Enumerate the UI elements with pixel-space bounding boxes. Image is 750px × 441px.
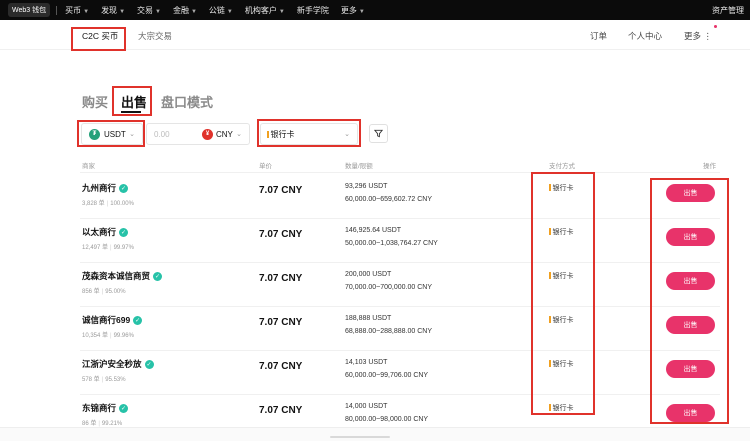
annotation-box-payment-column (531, 172, 595, 415)
nav-item-institutional[interactable]: 机构客户 ▼ (245, 5, 285, 16)
available-qty: 146,925.64 USDT (345, 227, 402, 234)
merchant-name[interactable]: 茂森资本诚信商贸 ✓ (82, 270, 163, 282)
merchant-stats: 12,497 单 | 99.97% (82, 245, 134, 251)
more-dots-icon: ⋮ (703, 31, 712, 41)
merchant-name[interactable]: 诚信商行699 ✓ (82, 314, 143, 326)
top-nav: Web3 钱包 买币 ▼ 发现 ▼ 交易 ▼ 金融 ▼ 公链 ▼ 机构客户 ▼ 新手学院 更… (0, 0, 750, 20)
order-limit: 50,000.00~1,038,764.27 CNY (345, 240, 438, 247)
web3-wallet-button[interactable]: Web3 钱包 (8, 3, 51, 17)
verified-badge-icon: ✓ (144, 359, 154, 369)
nav-item-more[interactable]: 更多 ▼ (341, 5, 365, 16)
amount-placeholder: 0.00 (154, 129, 170, 139)
table-row: 九州商行 ✓ 3,828 单 | 100.00% 7.07 CNY 93,296 US… (0, 175, 750, 219)
merchant-stats: 10,354 单 | 99.96% (82, 333, 134, 339)
notification-dot (714, 25, 717, 28)
nav-item-buy-crypto[interactable]: 买币 ▼ (65, 5, 89, 16)
annotation-box-sell (112, 86, 152, 116)
available-qty: 200,000 USDT (345, 271, 392, 278)
verified-badge-icon: ✓ (153, 271, 163, 281)
chevron-down-icon: ▼ (190, 8, 197, 15)
verified-badge-icon: ✓ (119, 227, 129, 237)
nav-item-chain[interactable]: 公链 ▼ (209, 5, 233, 16)
chevron-down-icon: ▼ (155, 8, 161, 15)
nav-item-discover[interactable]: 发现 ▼ (101, 5, 125, 16)
header-divider (80, 172, 720, 173)
chevron-down-icon: ⌄ (236, 131, 242, 138)
table-row: 江浙沪安全秒放 ✓ 578 单 | 95.53% 7.07 CNY 14,103 US… (0, 351, 750, 395)
unit-price: 7.07 CNY (259, 273, 303, 284)
merchant-name[interactable]: 东锦商行 ✓ (82, 402, 129, 414)
nav-item-finance[interactable]: 金融 ▼ (173, 5, 197, 16)
chevron-down-icon: ▼ (278, 8, 285, 15)
nav-item-trade[interactable]: 交易 ▼ (137, 5, 161, 16)
available-qty: 93,296 USDT (345, 183, 388, 190)
fiat-select[interactable]: CNY (216, 130, 233, 139)
merchant-name[interactable]: 九州商行 ✓ (82, 182, 129, 194)
page-bottom-bar (0, 427, 750, 441)
unit-price: 7.07 CNY (259, 405, 303, 416)
order-limit: 60,000.00~99,706.00 CNY (345, 372, 429, 379)
table-row: 诚信商行699 ✓ 10,354 单 | 99.96% 7.07 CNY 188,88… (0, 307, 750, 351)
chevron-down-icon: ▼ (83, 8, 90, 15)
verified-badge-icon: ✓ (119, 403, 129, 413)
nav-item-academy[interactable]: 新手学院 (297, 5, 329, 16)
col-header-price: 单价 (259, 163, 272, 170)
unit-price: 7.07 CNY (259, 185, 303, 196)
annotation-box-coin (77, 120, 145, 147)
tab-orderbook-mode[interactable]: 盘口模式 (161, 92, 213, 111)
merchant-stats: 856 单 | 95.00% (82, 289, 126, 295)
merchant-stats: 86 单 | 99.21% (82, 421, 123, 427)
col-header-qty-limit: 数量/限额 (345, 163, 373, 170)
merchant-name[interactable]: 江浙沪安全秒放 ✓ (82, 358, 154, 370)
available-qty: 188,888 USDT (345, 315, 392, 322)
order-limit: 68,888.00~288,888.00 CNY (345, 328, 432, 335)
col-header-action: 操作 (703, 163, 716, 170)
merchant-stats: 578 单 | 95.53% (82, 377, 126, 383)
scroll-handle[interactable] (330, 436, 390, 438)
verified-badge-icon: ✓ (133, 315, 143, 325)
annotation-box-action-column (650, 178, 729, 424)
col-header-payment: 支付方式 (549, 163, 575, 170)
unit-price: 7.07 CNY (259, 361, 303, 372)
orders-link[interactable]: 订单 (590, 30, 607, 42)
available-qty: 14,103 USDT (345, 359, 388, 366)
user-center-link[interactable]: 个人中心 (628, 30, 662, 42)
available-qty: 14,000 USDT (345, 403, 388, 410)
chevron-down-icon: ▼ (358, 8, 365, 15)
tab-buy[interactable]: 购买 (82, 92, 108, 111)
chevron-down-icon: ▼ (119, 8, 126, 15)
table-row: 以太商行 ✓ 12,497 单 | 99.97% 7.07 CNY 146,925.6… (0, 219, 750, 263)
unit-price: 7.07 CNY (259, 229, 303, 240)
cny-icon: ¥ (202, 128, 213, 140)
funnel-icon (374, 129, 383, 138)
more-menu[interactable]: 更多 ⋮ (684, 30, 712, 42)
verified-badge-icon: ✓ (119, 183, 129, 193)
chevron-down-icon: ▼ (226, 8, 233, 15)
order-limit: 70,000.00~700,000.00 CNY (345, 284, 432, 291)
filter-button[interactable] (369, 124, 388, 143)
annotation-box-c2c (71, 27, 126, 51)
merchant-name[interactable]: 以太商行 ✓ (82, 226, 129, 238)
merchant-stats: 3,828 单 | 100.00% (82, 201, 134, 207)
table-row: 茂森资本诚信商贸 ✓ 856 单 | 95.00% 7.07 CNY 200,000 … (0, 263, 750, 307)
nav-item-assets[interactable]: 资产管理 (712, 5, 744, 16)
order-limit: 60,000.00~659,602.72 CNY (345, 196, 432, 203)
annotation-box-payment (257, 119, 361, 147)
order-limit: 80,000.00~98,000.00 CNY (345, 416, 429, 423)
amount-input[interactable]: 0.00 ¥ CNY ⌄ (146, 123, 250, 145)
col-header-merchant: 商家 (82, 163, 95, 170)
unit-price: 7.07 CNY (259, 317, 303, 328)
tab-bulk-trade[interactable]: 大宗交易 (138, 30, 172, 42)
nav-divider (56, 5, 58, 15)
